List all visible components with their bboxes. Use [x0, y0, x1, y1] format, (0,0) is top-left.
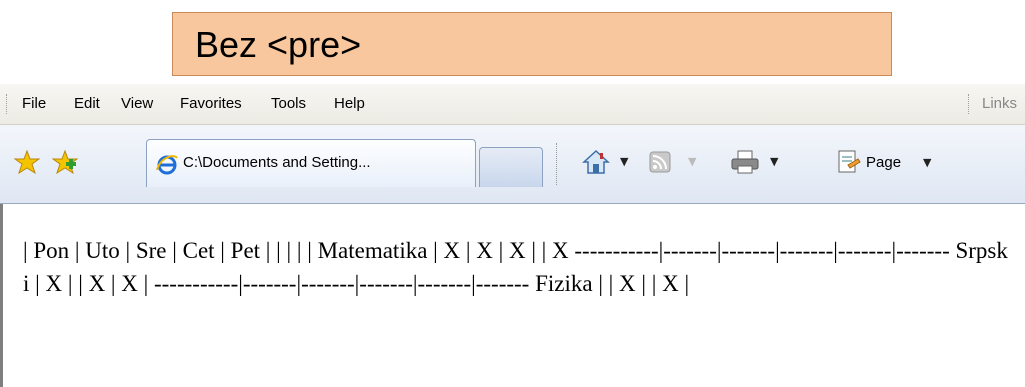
print-icon[interactable]	[730, 149, 760, 175]
menu-view[interactable]: View	[121, 95, 153, 112]
menu-help[interactable]: Help	[334, 95, 365, 112]
tab-title: C:\Documents and Setting...	[183, 154, 371, 171]
command-toolbar: C:\Documents and Setting... ▼ ▼ ▼ Page ▼	[0, 125, 1025, 204]
menu-file[interactable]: File	[22, 95, 46, 112]
feeds-icon[interactable]	[648, 149, 672, 175]
home-icon[interactable]	[582, 149, 610, 175]
menu-edit[interactable]: Edit	[74, 95, 100, 112]
favorites-star-icon[interactable]	[14, 149, 40, 175]
ie-logo-icon	[156, 155, 178, 175]
links-grip[interactable]	[968, 94, 972, 114]
menu-tools[interactable]: Tools	[271, 95, 306, 112]
links-button[interactable]: Links	[982, 95, 1017, 112]
toolbar-separator	[556, 143, 559, 185]
page-menu-button[interactable]: Page	[866, 154, 901, 171]
print-dropdown-icon[interactable]: ▼	[770, 155, 778, 181]
home-dropdown-icon[interactable]: ▼	[620, 155, 628, 181]
add-favorites-icon[interactable]	[52, 149, 78, 175]
page-icon[interactable]	[836, 149, 862, 175]
menubar-grip[interactable]	[6, 94, 10, 114]
callout-title: Bez <pre>	[195, 24, 362, 65]
menu-bar: File Edit View Favorites Tools Help Link…	[0, 84, 1025, 125]
rendered-table-text: | Pon | Uto | Sre | Cet | Pet | | | | | …	[23, 238, 1008, 296]
menu-favorites[interactable]: Favorites	[180, 95, 242, 112]
browser-tab[interactable]: C:\Documents and Setting...	[146, 139, 476, 187]
feeds-dropdown-icon[interactable]: ▼	[688, 155, 696, 181]
callout-box: Bez <pre>	[172, 12, 892, 76]
page-dropdown-icon[interactable]: ▼	[923, 156, 931, 182]
new-tab-button[interactable]	[479, 147, 543, 187]
page-content: | Pon | Uto | Sre | Cet | Pet | | | | | …	[0, 204, 1025, 387]
